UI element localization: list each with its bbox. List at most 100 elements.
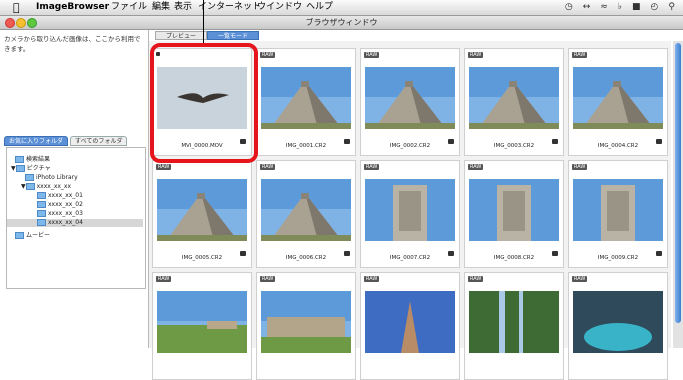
thumbnail-image[interactable] bbox=[365, 291, 455, 353]
wifi-icon[interactable]: ≈ bbox=[600, 0, 608, 15]
zoom-window-button[interactable] bbox=[27, 18, 37, 28]
thumbnail-image[interactable] bbox=[261, 291, 351, 353]
tab-all-folders[interactable]: すべてのフォルダ bbox=[70, 136, 128, 146]
camera-icon bbox=[240, 251, 246, 256]
status-icons: ◷ ↔ ≈ ♭ ■ ◴ ⚲ bbox=[565, 0, 675, 15]
folder-tabs: お気に入りフォルダ すべてのフォルダ bbox=[4, 136, 129, 146]
menu-help[interactable]: ヘルプ bbox=[306, 0, 333, 15]
thumbnail-label: IMG_0004.CR2 bbox=[597, 143, 639, 149]
raw-badge: RAW bbox=[260, 276, 276, 282]
camera-icon bbox=[344, 139, 350, 144]
volume-icon[interactable]: ♭ bbox=[618, 0, 622, 15]
scrollbar-thumb[interactable] bbox=[675, 43, 681, 323]
menu-window[interactable]: ウインドウ bbox=[257, 0, 302, 15]
close-window-button[interactable] bbox=[5, 18, 15, 28]
vertical-scrollbar[interactable] bbox=[673, 41, 683, 348]
info-note: カメラから取り込んだ画像は、ここから利用できます。 bbox=[4, 35, 141, 53]
menu-bar:  ImageBrowser ファイル 編集 表示 インターネット ウインドウ … bbox=[0, 0, 683, 16]
search-folder-icon bbox=[15, 156, 24, 163]
folder-icon bbox=[25, 174, 34, 181]
thumbnail-cell[interactable]: RAW IMG_0001.CR2 bbox=[256, 48, 356, 156]
raw-badge: RAW bbox=[260, 52, 276, 58]
thumbnail-cell[interactable]: RAW IMG_0003.CR2 bbox=[464, 48, 564, 156]
thumbnail-image[interactable] bbox=[469, 291, 559, 353]
tree-item-xxxx-xx-03[interactable]: xxxx_xx_03 bbox=[37, 210, 83, 218]
thumbnail-cell[interactable]: RAW bbox=[152, 272, 252, 380]
menu-file[interactable]: ファイル bbox=[111, 0, 147, 15]
thumbnail-image[interactable] bbox=[261, 67, 351, 129]
raw-badge: RAW bbox=[572, 276, 588, 282]
tree-item-search-results[interactable]: 検索結果 bbox=[15, 156, 50, 164]
thumbnail-image[interactable] bbox=[365, 179, 455, 241]
tree-item-movies[interactable]: ムービー bbox=[15, 232, 50, 240]
view-mode-tabs: プレビュー 一覧モード bbox=[155, 31, 260, 40]
thumbnail-cell[interactable]: RAW IMG_0007.CR2 bbox=[360, 160, 460, 268]
folder-icon bbox=[15, 232, 24, 239]
thumbnail-cell[interactable]: RAW bbox=[568, 272, 668, 380]
thumbnail-image[interactable] bbox=[469, 67, 559, 129]
thumbnail-cell[interactable]: RAW IMG_0005.CR2 bbox=[152, 160, 252, 268]
tab-list-mode[interactable]: 一覧モード bbox=[207, 31, 260, 40]
tree-item-pictures[interactable]: ▼ ピクチャ bbox=[11, 165, 51, 173]
thumbnail-cell[interactable]: RAW IMG_0008.CR2 bbox=[464, 160, 564, 268]
input-icon[interactable]: ■ bbox=[632, 0, 641, 15]
thumbnail-image[interactable] bbox=[157, 179, 247, 241]
window-titlebar: ブラウザウィンドウ bbox=[0, 16, 683, 30]
menu-internet[interactable]: インターネット bbox=[198, 0, 261, 15]
thumbnail-label: IMG_0001.CR2 bbox=[285, 143, 327, 149]
thumbnail-cell[interactable]: RAW IMG_0009.CR2 bbox=[568, 160, 668, 268]
tab-favorite-folders[interactable]: お気に入りフォルダ bbox=[4, 136, 69, 146]
tree-item-xxxx-xx-04[interactable]: xxxx_xx_04 bbox=[7, 219, 143, 227]
thumbnail-image[interactable] bbox=[573, 291, 663, 353]
spotlight-icon[interactable]: ⚲ bbox=[668, 0, 675, 15]
folder-icon bbox=[15, 165, 25, 172]
tree-item-xxxx-xx-01[interactable]: xxxx_xx_01 bbox=[37, 192, 83, 200]
thumbnail-image[interactable] bbox=[157, 291, 247, 353]
raw-badge: RAW bbox=[572, 52, 588, 58]
thumbnail-label: IMG_0009.CR2 bbox=[597, 255, 639, 261]
menu-view[interactable]: 表示 bbox=[174, 0, 192, 15]
raw-badge: RAW bbox=[156, 164, 172, 170]
tree-item-xxxx-xx-02[interactable]: xxxx_xx_02 bbox=[37, 201, 83, 209]
raw-badge: RAW bbox=[156, 276, 172, 282]
thumbnail-cell[interactable]: RAW bbox=[360, 272, 460, 380]
highlight-frame bbox=[150, 43, 258, 163]
thumbnail-label: IMG_0007.CR2 bbox=[389, 255, 431, 261]
folder-tree: 検索結果 ▼ ピクチャ iPhoto Library ▼ xxxx_xx_xx xx… bbox=[6, 147, 146, 289]
thumbnail-image[interactable] bbox=[261, 179, 351, 241]
minimize-window-button[interactable] bbox=[16, 18, 26, 28]
left-pane: カメラから取り込んだ画像は、ここから利用できます。 お気に入りフォルダ すべての… bbox=[0, 30, 149, 348]
folder-icon bbox=[37, 192, 46, 199]
thumbnail-image[interactable] bbox=[469, 179, 559, 241]
apple-icon[interactable]:  bbox=[13, 0, 20, 15]
thumbnail-cell[interactable]: RAW IMG_0004.CR2 bbox=[568, 48, 668, 156]
thumbnail-cell[interactable]: RAW bbox=[256, 272, 356, 380]
thumbnail-image[interactable] bbox=[573, 67, 663, 129]
menu-edit[interactable]: 編集 bbox=[152, 0, 170, 15]
window-title: ブラウザウィンドウ bbox=[305, 18, 378, 27]
thumbnail-cell[interactable]: RAW IMG_0006.CR2 bbox=[256, 160, 356, 268]
thumbnail-label: IMG_0005.CR2 bbox=[181, 255, 223, 261]
tree-item-iphoto[interactable]: iPhoto Library bbox=[25, 174, 78, 182]
clock-icon[interactable]: ◷ bbox=[565, 0, 573, 15]
thumbnail-cell[interactable]: RAW IMG_0002.CR2 bbox=[360, 48, 460, 156]
raw-badge: RAW bbox=[468, 164, 484, 170]
thumbnail-label: IMG_0002.CR2 bbox=[389, 143, 431, 149]
thumbnail-label: IMG_0006.CR2 bbox=[285, 255, 327, 261]
raw-badge: RAW bbox=[364, 52, 380, 58]
raw-badge: RAW bbox=[468, 276, 484, 282]
camera-icon bbox=[552, 251, 558, 256]
tab-preview[interactable]: プレビュー bbox=[155, 31, 208, 40]
sync-icon[interactable]: ↔ bbox=[583, 0, 591, 15]
thumbnail-cell[interactable]: RAW bbox=[464, 272, 564, 380]
thumbnail-image[interactable] bbox=[365, 67, 455, 129]
camera-icon bbox=[448, 251, 454, 256]
thumbnail-image[interactable] bbox=[573, 179, 663, 241]
raw-badge: RAW bbox=[364, 164, 380, 170]
tree-item-xxxx-xx-xx[interactable]: ▼ xxxx_xx_xx bbox=[21, 183, 71, 191]
time-icon[interactable]: ◴ bbox=[651, 0, 659, 15]
folder-icon bbox=[37, 201, 46, 208]
app-name-menu[interactable]: ImageBrowser bbox=[36, 0, 109, 15]
folder-icon bbox=[37, 210, 46, 217]
thumbnail-label: IMG_0008.CR2 bbox=[493, 255, 535, 261]
